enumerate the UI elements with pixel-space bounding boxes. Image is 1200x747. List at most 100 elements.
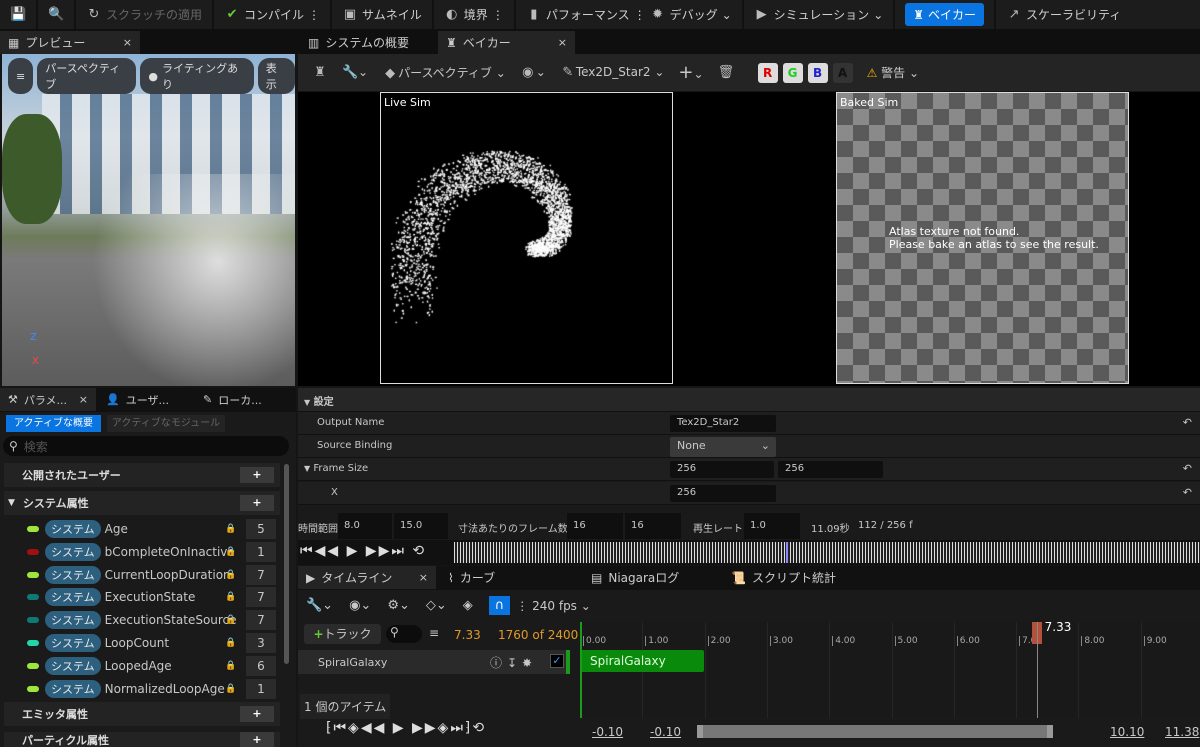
simulation-button[interactable]: ▶ シミュレーション ⌄ xyxy=(744,0,896,29)
lighting-button[interactable]: ● ライティングあり xyxy=(140,58,254,94)
channel-a-toggle[interactable]: A xyxy=(832,62,853,83)
frame-height-input[interactable]: 256 xyxy=(778,461,883,478)
close-icon[interactable]: × xyxy=(558,36,567,49)
reset-icon[interactable]: ↶ xyxy=(1183,486,1192,499)
section-emitter[interactable]: エミッタ属性 + xyxy=(4,702,280,726)
add-output-dropdown[interactable]: +⌄ xyxy=(678,62,703,83)
active-modules-button[interactable]: アクティブなモジュール xyxy=(107,415,225,432)
tab-niagara-log[interactable]: ▤ Niagaraログ xyxy=(583,566,687,589)
tab-curves[interactable]: ⌇ カーブ xyxy=(440,566,503,589)
trash-icon[interactable]: 🗑 xyxy=(718,65,735,80)
thumbnail-button[interactable]: ▣ サムネイル xyxy=(332,0,434,29)
range-end-input[interactable]: 15.0 xyxy=(394,513,448,539)
add-track-button[interactable]: +トラック xyxy=(304,624,381,644)
parameter-item[interactable]: システム CurrentLoopDuration 🔒 7 xyxy=(0,564,284,586)
preview-viewport[interactable]: ≡ パースペクティブ ● ライティングあり 表示 Z X xyxy=(2,54,295,386)
perspective-button[interactable]: パースペクティブ xyxy=(37,58,137,94)
close-icon[interactable]: × xyxy=(79,393,88,406)
frames-y-input[interactable]: 16 xyxy=(625,513,681,539)
parameter-item[interactable]: システム ExecutionState 🔒 7 xyxy=(0,586,284,608)
reset-icon[interactable]: ↶ xyxy=(1183,462,1192,475)
track-row[interactable]: SpiralGalaxy ⓘ↧✸ ✓ xyxy=(298,650,570,674)
sequencer-area[interactable]: 0.001.002.003.004.005.006.007.008.009.00… xyxy=(580,620,1200,718)
playback-rate-input[interactable]: 1.0 xyxy=(744,513,800,539)
timeline-transport[interactable]: ⁅⏮◈◀◀ ▶ ▶▶◈⏭⁆⟲ xyxy=(326,720,486,736)
track-search-input[interactable]: ⚲ xyxy=(386,625,422,643)
output-name-input[interactable]: Tex2D_Star2 xyxy=(670,415,776,432)
gear-dropdown[interactable]: ⚙⌄ xyxy=(387,598,410,613)
more-icon[interactable]: ⋮ xyxy=(492,8,504,22)
snap-toggle[interactable]: ∩ xyxy=(488,596,511,615)
performance-button[interactable]: ▮ パフォーマンス ⋮ ✹ デバッグ ⌄ xyxy=(516,0,744,29)
settings-dropdown[interactable]: 🔧⌄ xyxy=(342,65,368,80)
search-input[interactable]: ⚲ 検索 xyxy=(3,436,289,456)
scalability-button[interactable]: ↗ スケーラビリティ xyxy=(996,0,1131,29)
tab-system-overview[interactable]: ▥ システムの概要 xyxy=(300,31,435,54)
add-button[interactable]: + xyxy=(240,467,274,483)
track-enable-checkbox[interactable]: ✓ xyxy=(550,654,564,668)
add-button[interactable]: + xyxy=(240,732,274,747)
parameter-item[interactable]: システム NormalizedLoopAge 🔒 1 xyxy=(0,678,284,700)
working-end[interactable]: 11.38 xyxy=(1165,725,1199,739)
range-scrollbar[interactable] xyxy=(697,725,1053,738)
browse-button[interactable]: 🔍 xyxy=(38,0,76,29)
working-start[interactable]: -0.10 xyxy=(650,725,681,739)
tab-baker[interactable]: ♜ ベイカー × xyxy=(438,31,575,54)
view-start[interactable]: -0.10 xyxy=(592,725,623,739)
add-button[interactable]: + xyxy=(240,495,274,511)
range-start-input[interactable]: 8.0 xyxy=(338,513,392,539)
channel-g-toggle[interactable]: G xyxy=(782,62,803,83)
parameter-item[interactable]: システム bCompleteOnInactive 🔒 1 xyxy=(0,541,284,563)
eye-dropdown[interactable]: ◉⌄ xyxy=(349,598,371,613)
section-user[interactable]: 公開されたユーザー + xyxy=(4,463,280,487)
start-marker[interactable] xyxy=(580,622,582,718)
channel-r-toggle[interactable]: R xyxy=(757,62,778,83)
filter-icon[interactable]: ≡ xyxy=(429,626,439,640)
frame-x-input[interactable]: 256 xyxy=(670,485,776,502)
frame-strip[interactable] xyxy=(454,542,1200,563)
channel-b-toggle[interactable]: B xyxy=(807,62,828,83)
parameter-item[interactable]: システム LoopedAge 🔒 6 xyxy=(0,655,284,677)
perspective-dropdown[interactable]: ◆ パースペクティブ ⌄ xyxy=(382,64,506,81)
baker-button[interactable]: ♜ ベイカー xyxy=(895,0,997,29)
tab-local[interactable]: ✎ ローカ... xyxy=(195,388,270,411)
scrollbar[interactable] xyxy=(284,464,289,664)
section-system[interactable]: ▼ システム属性 + xyxy=(4,491,280,515)
add-button[interactable]: + xyxy=(240,706,274,722)
view-dropdown[interactable]: ◉ ⌄ xyxy=(520,65,546,80)
parameter-item[interactable]: システム Age 🔒 5 xyxy=(0,518,284,540)
save-button[interactable]: 💾 xyxy=(0,0,38,29)
view-end[interactable]: 10.10 xyxy=(1110,725,1144,739)
viewport-menu-button[interactable]: ≡ xyxy=(8,58,34,94)
reset-icon[interactable]: ↶ xyxy=(1183,416,1192,429)
frames-x-input[interactable]: 16 xyxy=(567,513,623,539)
show-button[interactable]: 表示 xyxy=(257,58,295,94)
chef-hat-icon[interactable]: ♜ xyxy=(312,65,328,80)
bounds-button[interactable]: ◐ 境界 ⋮ xyxy=(434,0,516,29)
compile-button[interactable]: ✔ コンパイル ⋮ xyxy=(214,0,333,29)
parameter-item[interactable]: システム ExecutionStateSource 🔒 7 xyxy=(0,609,284,631)
apply-scratch-button[interactable]: ↻ スクラッチの適用 xyxy=(76,0,215,29)
warning-dropdown[interactable]: ⚠ 警告 ⌄ xyxy=(867,64,919,81)
tab-user[interactable]: 👤 ユーザ... xyxy=(98,388,177,411)
section-clip[interactable]: SpiralGalaxy xyxy=(580,650,704,672)
tab-parameters[interactable]: ⚒ パラメ... × xyxy=(0,388,96,411)
source-binding-select[interactable]: None ⌄ xyxy=(670,437,776,457)
tab-script-stats[interactable]: 📜 スクリプト統計 xyxy=(723,566,844,589)
section-particle[interactable]: パーティクル属性 + xyxy=(4,732,280,747)
frame-width-input[interactable]: 256 xyxy=(670,461,774,478)
parameter-item[interactable]: システム LoopCount 🔒 3 xyxy=(0,632,284,654)
fps-dropdown[interactable]: ⋮ 240 fps ⌄ xyxy=(516,599,591,613)
more-icon[interactable]: ⋮ xyxy=(634,8,646,22)
tab-timeline[interactable]: ▶ タイムライン × xyxy=(298,566,436,589)
key-dropdown[interactable]: ◇⌄ xyxy=(426,598,447,613)
wrench-dropdown[interactable]: 🔧⌄ xyxy=(306,598,333,613)
baker-transport[interactable]: ⏮◀◀ ▶ ▶▶⏭ ⟲ xyxy=(300,543,426,559)
key-icon[interactable]: ◈ xyxy=(463,598,473,613)
output-dropdown[interactable]: ✎ Tex2D_Star2 ⌄ xyxy=(560,65,664,80)
close-icon[interactable]: × xyxy=(419,571,428,584)
active-overview-button[interactable]: アクティブな概要 xyxy=(6,415,101,432)
tab-preview[interactable]: ▦ プレビュー × xyxy=(0,31,140,54)
settings-header[interactable]: ▼ 設定 xyxy=(298,388,1200,412)
close-icon[interactable]: × xyxy=(123,36,132,49)
